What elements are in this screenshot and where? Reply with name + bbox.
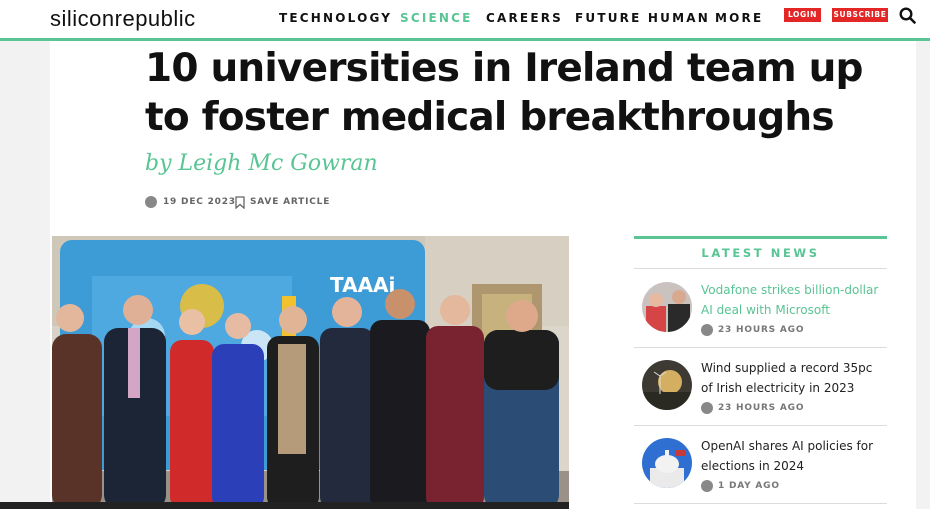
site-logo[interactable]: siliconrepublic bbox=[50, 6, 196, 32]
site-header: siliconrepublic TECHNOLOGY SCIENCE CAREE… bbox=[0, 0, 930, 41]
news-thumbnail-wind[interactable] bbox=[642, 360, 692, 410]
divider bbox=[634, 425, 887, 426]
news-thumbnail-vodafone[interactable] bbox=[642, 282, 692, 332]
image-caption-bar bbox=[0, 502, 569, 509]
subscribe-button[interactable]: SUBSCRIBE bbox=[832, 8, 888, 22]
nav-careers[interactable]: CAREERS bbox=[486, 11, 563, 25]
clock-icon bbox=[701, 402, 713, 414]
latest-news-heading: LATEST NEWS bbox=[701, 246, 820, 260]
nav-future-human[interactable]: FUTURE HUMAN bbox=[575, 11, 710, 25]
nav-science[interactable]: SCIENCE bbox=[400, 11, 473, 25]
nav-technology[interactable]: TECHNOLOGY bbox=[279, 11, 392, 25]
divider bbox=[634, 347, 887, 348]
search-icon[interactable] bbox=[899, 7, 916, 24]
news-time-2: 23 HOURS AGO bbox=[718, 403, 805, 413]
clock-icon bbox=[145, 196, 157, 208]
clock-icon bbox=[701, 324, 713, 336]
save-article-button[interactable]: SAVE ARTICLE bbox=[250, 197, 330, 207]
article-headline: 10 universities in Ireland team up to fo… bbox=[145, 44, 865, 142]
hero-image: TAAAi bbox=[52, 236, 569, 509]
bookmark-icon[interactable] bbox=[235, 196, 245, 209]
news-time-3: 1 DAY AGO bbox=[718, 481, 780, 491]
news-title-3[interactable]: OpenAI shares AI policies for elections … bbox=[701, 437, 887, 476]
divider bbox=[634, 503, 887, 504]
author-byline[interactable]: by Leigh Mc Gowran bbox=[145, 151, 378, 176]
news-title-2[interactable]: Wind supplied a record 35pc of Irish ele… bbox=[701, 359, 887, 398]
clock-icon bbox=[701, 480, 713, 492]
nav-more[interactable]: MORE bbox=[715, 11, 763, 25]
login-button[interactable]: LOGIN bbox=[784, 8, 821, 22]
divider bbox=[634, 268, 887, 269]
news-title-1[interactable]: Vodafone strikes billion-dollar AI deal … bbox=[701, 281, 887, 320]
banner-logo: TAAAi bbox=[330, 273, 395, 297]
latest-news-rule bbox=[634, 236, 887, 239]
article-date: 19 DEC 2023 bbox=[163, 197, 236, 207]
news-thumbnail-openai[interactable] bbox=[642, 438, 692, 488]
news-time-1: 23 HOURS AGO bbox=[718, 325, 805, 335]
headline-line-1: 10 universities in Ireland team up bbox=[145, 46, 863, 91]
headline-line-2: to foster medical breakthroughs bbox=[145, 95, 835, 140]
